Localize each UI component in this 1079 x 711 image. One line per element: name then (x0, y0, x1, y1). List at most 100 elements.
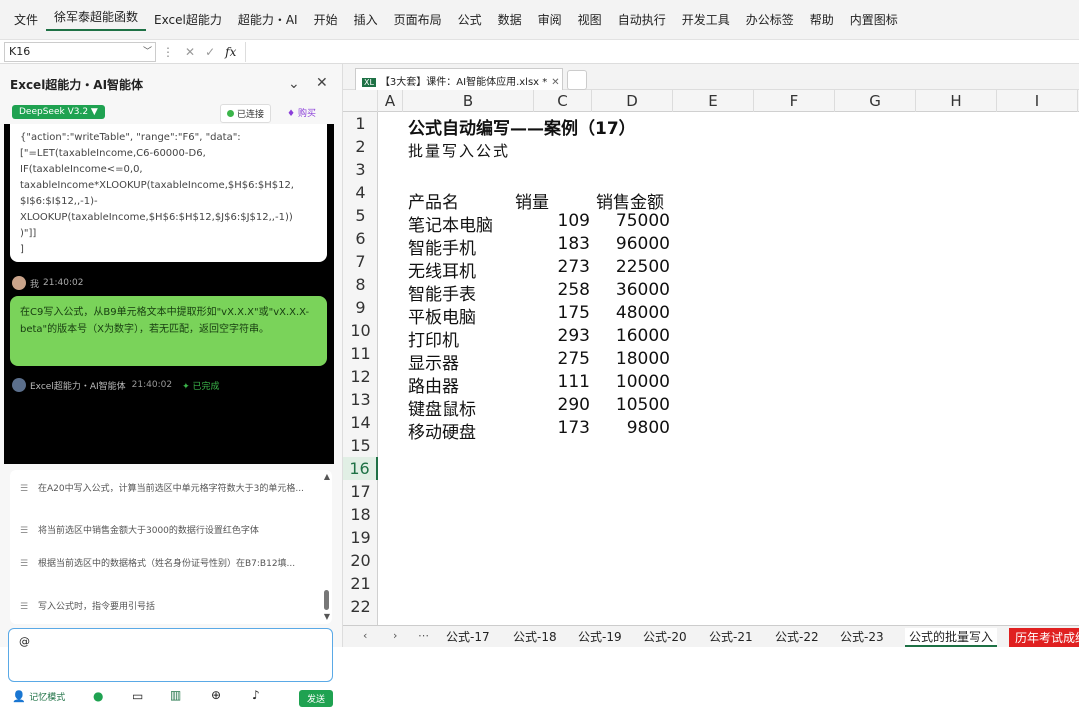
row-header[interactable]: 11 (343, 342, 378, 365)
row-header[interactable]: 13 (343, 388, 378, 411)
row-header[interactable]: 1 (343, 112, 378, 135)
menu-item-6[interactable]: 页面布局 (386, 11, 450, 28)
cell-product[interactable]: 打印机 (408, 326, 459, 351)
row-header[interactable]: 6 (343, 227, 378, 250)
microphone-icon[interactable]: ♪ (252, 688, 260, 702)
model-selector[interactable]: DeepSeek V3.2 ▼ (12, 105, 105, 119)
sheet-tab[interactable]: 历年考试成绩 (1009, 628, 1079, 647)
column-header[interactable]: A (378, 90, 403, 112)
collapse-icon[interactable]: ⌄ (288, 76, 300, 92)
cell-qty[interactable]: 173 (538, 418, 590, 438)
cell-sales[interactable]: 18000 (598, 349, 670, 369)
sheet-tab[interactable]: 公式-19 (578, 628, 622, 645)
cell-sales[interactable]: 48000 (598, 303, 670, 323)
cell-qty[interactable]: 111 (538, 372, 590, 392)
memory-mode-button[interactable]: 👤 记忆模式 (12, 690, 65, 703)
sheet-title[interactable]: 公式自动编写——案例（17） (408, 114, 636, 139)
confirm-icon[interactable]: ✓ (205, 45, 215, 59)
chat-area[interactable]: {"action":"writeTable", "range":"F6", "d… (4, 124, 334, 464)
row-header[interactable]: 4 (343, 181, 378, 204)
row-header[interactable]: 22 (343, 595, 378, 618)
cell-sales[interactable]: 10500 (598, 395, 670, 415)
sheet-subtitle[interactable]: 批量写入公式 (408, 140, 510, 161)
sheet-tab[interactable]: 公式-17 (446, 628, 490, 645)
toggle-icon[interactable]: ● (93, 689, 103, 703)
column-header[interactable]: G (835, 90, 916, 112)
row-header[interactable]: 10 (343, 319, 378, 342)
menu-item-1[interactable]: 徐军泰超能函数 (46, 8, 147, 31)
column-header[interactable]: B (403, 90, 534, 112)
suggestion-item[interactable]: ☰ 根据当前选区中的数据格式（姓名身份证号性别）在B7:B12填... (20, 557, 310, 571)
cell-qty[interactable]: 258 (538, 280, 590, 300)
column-header[interactable]: F (754, 90, 835, 112)
sheet-tab[interactable]: 公式-18 (513, 628, 557, 645)
close-tab-icon[interactable]: ✕ (551, 77, 559, 88)
chart-icon[interactable]: ▥ (170, 688, 181, 702)
column-header[interactable]: H (916, 90, 997, 112)
header-qty[interactable]: 销量 (515, 188, 549, 213)
scrollbar-thumb[interactable] (324, 590, 329, 610)
cell-product[interactable]: 路由器 (408, 372, 459, 397)
cell-product[interactable]: 智能手表 (408, 280, 476, 305)
header-sales[interactable]: 销售金额 (596, 188, 664, 213)
cell-qty[interactable]: 109 (538, 211, 590, 231)
cell-sales[interactable]: 96000 (598, 234, 670, 254)
cell-sales[interactable]: 10000 (598, 372, 670, 392)
menu-item-8[interactable]: 数据 (490, 11, 530, 28)
row-header[interactable]: 8 (343, 273, 378, 296)
cell-sales[interactable]: 16000 (598, 326, 670, 346)
column-header[interactable]: D (592, 90, 673, 112)
formula-input[interactable] (245, 41, 1079, 62)
row-header[interactable]: 3 (343, 158, 378, 181)
prev-sheet-icon[interactable]: ‹ (363, 629, 367, 642)
sheet-tab[interactable]: 公式-20 (643, 628, 687, 645)
column-header[interactable]: E (673, 90, 754, 112)
row-header[interactable]: 12 (343, 365, 378, 388)
cell-qty[interactable]: 293 (538, 326, 590, 346)
camera-icon[interactable]: ▭ (132, 689, 143, 703)
column-header[interactable]: C (534, 90, 592, 112)
menu-item-13[interactable]: 办公标签 (738, 11, 802, 28)
cell-sales[interactable]: 9800 (598, 418, 670, 438)
row-header[interactable]: 9 (343, 296, 378, 319)
scroll-up-icon[interactable]: ▲ (324, 472, 330, 481)
row-header[interactable]: 20 (343, 549, 378, 572)
cell-product[interactable]: 显示器 (408, 349, 459, 374)
scroll-down-icon[interactable]: ▼ (324, 612, 330, 621)
sheet-tab[interactable]: 公式-22 (775, 628, 819, 645)
cell-sales[interactable]: 22500 (598, 257, 670, 277)
cell-product[interactable]: 无线耳机 (408, 257, 476, 282)
menu-item-4[interactable]: 开始 (306, 11, 346, 28)
new-tab-button[interactable] (567, 70, 587, 90)
menu-item-15[interactable]: 内置图标 (842, 11, 906, 28)
cell-qty[interactable]: 275 (538, 349, 590, 369)
more-icon[interactable]: ⋮ (162, 45, 174, 59)
row-header[interactable]: 2 (343, 135, 378, 158)
cell-qty[interactable]: 273 (538, 257, 590, 277)
cell-product[interactable]: 平板电脑 (408, 303, 476, 328)
send-button[interactable]: 发送 (299, 690, 334, 707)
cell-product[interactable]: 笔记本电脑 (408, 211, 493, 236)
suggestion-item[interactable]: ☰ 将当前选区中销售金额大于3000的数据行设置红色字体 (20, 524, 310, 538)
cell-product[interactable]: 键盘鼠标 (408, 395, 476, 420)
cell-sales[interactable]: 36000 (598, 280, 670, 300)
menu-item-11[interactable]: 自动执行 (610, 11, 674, 28)
chat-input[interactable]: @ (8, 628, 333, 682)
workbook-tab[interactable]: XL 【3大套】课件：AI智能体应用.xlsx * ✕ (355, 68, 563, 90)
header-product[interactable]: 产品名 (408, 188, 459, 213)
select-all-corner[interactable] (343, 90, 378, 112)
row-header[interactable]: 14 (343, 411, 378, 434)
row-header[interactable]: 5 (343, 204, 378, 227)
row-header[interactable]: 19 (343, 526, 378, 549)
cell-product[interactable]: 移动硬盘 (408, 418, 476, 443)
menu-item-0[interactable]: 文件 (6, 11, 46, 28)
more-sheets-icon[interactable]: ⋯ (418, 629, 429, 642)
row-header[interactable]: 15 (343, 434, 378, 457)
menu-item-12[interactable]: 开发工具 (674, 11, 738, 28)
name-box[interactable]: K16 ﹀ (4, 41, 156, 62)
cancel-icon[interactable]: ✕ (185, 45, 195, 59)
sheet-tab[interactable]: 公式-23 (840, 628, 884, 645)
menu-item-10[interactable]: 视图 (570, 11, 610, 28)
cell-qty[interactable]: 175 (538, 303, 590, 323)
menu-item-3[interactable]: 超能力・AI (230, 11, 306, 28)
